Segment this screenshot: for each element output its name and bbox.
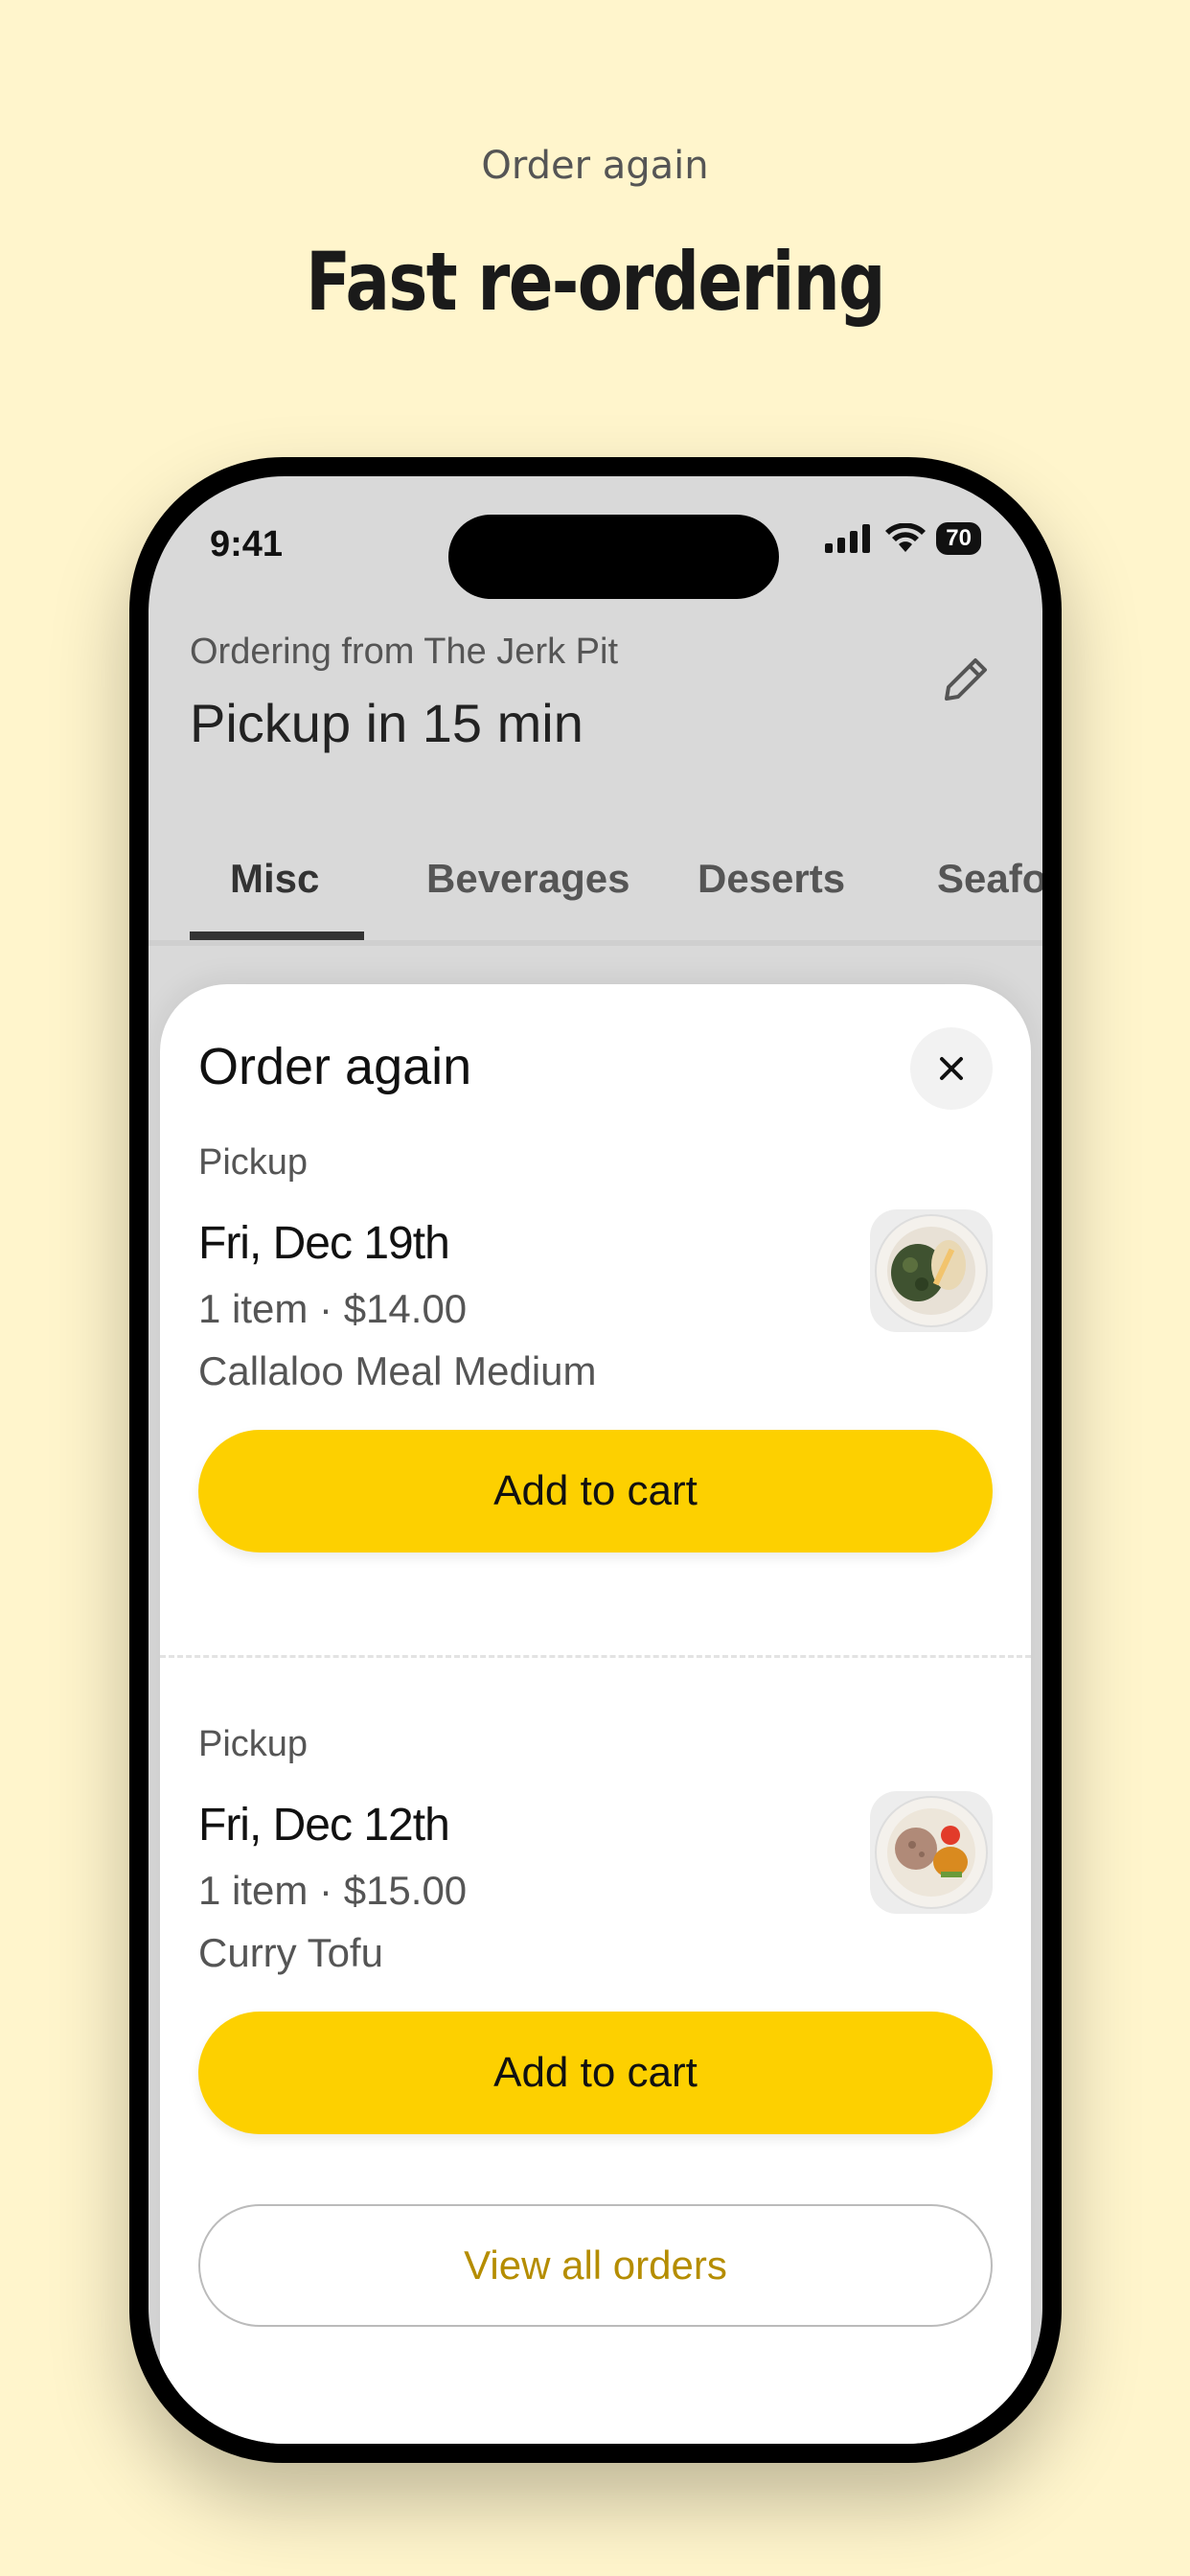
edit-order-button[interactable] [935,649,996,710]
food-thumbnail [870,1791,993,1914]
close-icon [940,1057,963,1080]
view-all-orders-button[interactable]: View all orders [198,2204,993,2327]
order-card: Pickup Fri, Dec 19th 1 item · $14.00 Cal… [198,1142,993,1552]
active-tab-indicator [190,932,364,940]
food-thumbnail [870,1209,993,1332]
order-item-name: Curry Tofu [198,1930,383,1975]
order-type: Pickup [198,1142,309,1183]
orders-divider [160,1655,1031,1658]
tab-seafood[interactable]: Seafood [937,826,1042,922]
order-summary: 1 item · $15.00 [198,1868,468,1913]
promo-title: Fast re-ordering [306,235,885,329]
order-again-sheet: Order again Pickup Fri, Dec 19th 1 item … [160,984,1031,2444]
order-type: Pickup [198,1724,309,1764]
promo-subtitle: Order again [481,144,709,188]
order-card: Pickup Fri, Dec 12th 1 item · $15.00 Cur… [198,1724,993,2134]
order-item-name: Callaloo Meal Medium [198,1348,597,1393]
phone-screen: 9:41 70 Ordering from The Jerk Pit Picku… [149,476,1042,2444]
order-summary: 1 item · $14.00 [198,1286,468,1331]
category-tabs: Misc Beverages Deserts Seafood [149,826,1042,936]
ordering-from-label: Ordering from The Jerk Pit [190,632,619,672]
add-to-cart-button[interactable]: Add to cart [198,1430,993,1552]
add-to-cart-button[interactable]: Add to cart [198,2012,993,2134]
signal-icon [825,524,871,553]
battery-indicator: 70 [936,522,981,555]
status-time: 9:41 [210,524,284,564]
tab-misc[interactable]: Misc [230,826,319,922]
order-date: Fri, Dec 12th [198,1800,450,1851]
tab-deserts[interactable]: Deserts [698,826,845,922]
pencil-icon [945,658,987,701]
close-button[interactable] [910,1027,993,1110]
tabs-divider [149,940,1042,946]
tab-beverages[interactable]: Beverages [426,826,629,922]
dynamic-island [448,515,779,599]
order-date: Fri, Dec 19th [198,1218,450,1269]
phone-frame: 9:41 70 Ordering from The Jerk Pit Picku… [129,457,1062,2463]
status-icons: 70 [825,522,981,555]
sheet-title: Order again [198,1038,472,1095]
pickup-time: Pickup in 15 min [190,693,584,753]
wifi-icon [885,523,927,552]
